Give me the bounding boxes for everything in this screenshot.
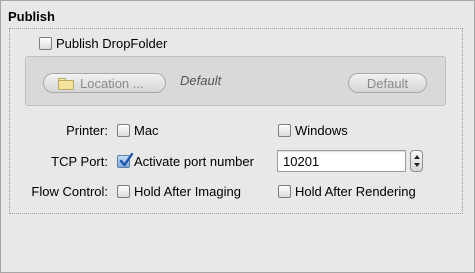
hold-after-rendering-label: Hold After Rendering <box>295 184 416 199</box>
port-number-input[interactable]: 10201 <box>277 150 406 172</box>
default-button[interactable]: Default <box>348 73 427 93</box>
location-button-label: Location ... <box>80 75 144 91</box>
hold-after-rendering-checkbox[interactable] <box>278 185 291 198</box>
panel-title: Publish <box>8 9 55 24</box>
printer-mac-label: Mac <box>134 123 159 138</box>
stepper-up-icon[interactable] <box>414 155 420 159</box>
tcp-port-label: TCP Port: <box>51 154 108 169</box>
checkmark-icon <box>119 153 134 167</box>
port-stepper[interactable] <box>410 150 423 172</box>
stepper-down-icon[interactable] <box>414 163 420 167</box>
printer-windows-checkbox[interactable] <box>278 124 291 137</box>
printer-label: Printer: <box>66 123 108 138</box>
publish-dropfolder-checkbox[interactable] <box>39 37 52 50</box>
location-button[interactable]: Location ... <box>43 73 166 93</box>
publish-dropfolder-label: Publish DropFolder <box>56 36 168 51</box>
flow-control-label: Flow Control: <box>31 184 108 199</box>
printer-mac-checkbox[interactable] <box>117 124 130 137</box>
activate-port-label: Activate port number <box>134 154 254 169</box>
default-button-label: Default <box>366 75 409 91</box>
hold-after-imaging-label: Hold After Imaging <box>134 184 241 199</box>
activate-port-checkbox[interactable] <box>117 153 134 168</box>
printer-windows-label: Windows <box>295 123 348 138</box>
location-value: Default <box>180 73 222 88</box>
folder-icon <box>58 77 74 90</box>
hold-after-imaging-checkbox[interactable] <box>117 185 130 198</box>
